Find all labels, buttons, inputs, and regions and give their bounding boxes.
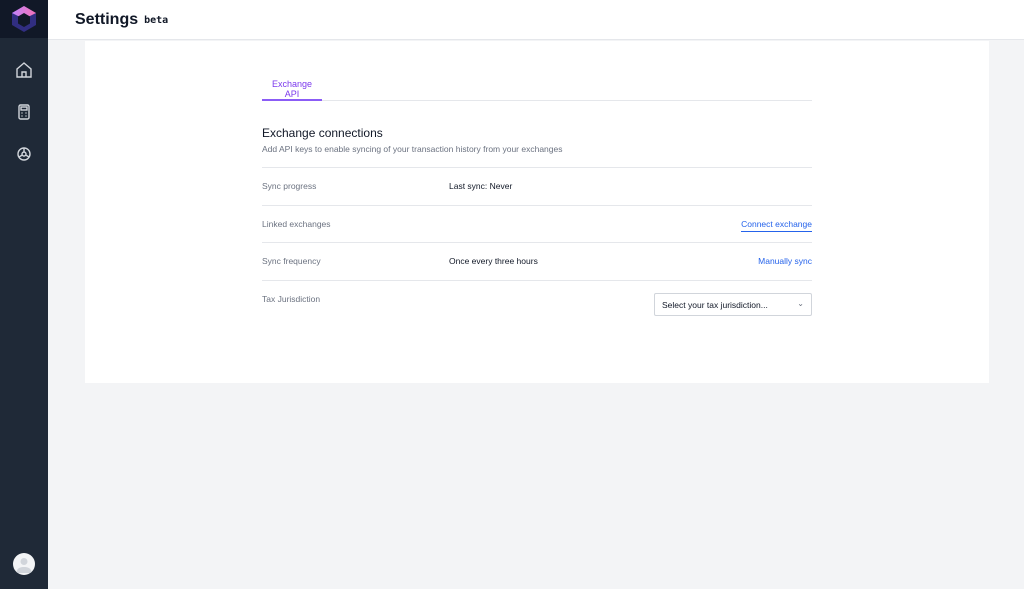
sync-frequency-row: Sync frequency Once every three hours Ma… <box>262 242 812 280</box>
tax-jurisdiction-row: Tax Jurisdiction Select your tax jurisdi… <box>262 280 812 318</box>
select-placeholder: Select your tax jurisdiction... <box>662 300 768 310</box>
tab-bar: Exchange API <box>262 71 812 101</box>
settings-card: Exchange API Exchange connections Add AP… <box>85 41 989 383</box>
page-header: Settings beta <box>48 0 1024 40</box>
page-title: Settings <box>75 11 138 29</box>
row-label: Linked exchanges <box>262 219 331 229</box>
beta-badge: beta <box>144 15 168 26</box>
chevron-down-icon: ⌄ <box>797 299 804 308</box>
tax-jurisdiction-select[interactable]: Select your tax jurisdiction... ⌄ <box>654 293 812 316</box>
user-icon <box>13 553 35 575</box>
settings-icon[interactable] <box>14 144 34 164</box>
app-logo[interactable] <box>0 0 48 38</box>
row-label: Tax Jurisdiction <box>262 294 320 304</box>
sync-progress-row: Sync progress Last sync: Never <box>262 167 812 205</box>
manually-sync-button[interactable]: Manually sync <box>758 256 812 266</box>
row-label: Sync progress <box>262 181 316 191</box>
row-label: Sync frequency <box>262 256 321 266</box>
logo-icon <box>11 5 37 33</box>
section-description: Add API keys to enable syncing of your t… <box>262 144 812 154</box>
calculator-icon[interactable] <box>14 102 34 122</box>
connect-exchange-button[interactable]: Connect exchange <box>741 219 812 232</box>
tab-exchange-api[interactable]: Exchange API <box>262 71 322 101</box>
section-title: Exchange connections <box>262 126 812 140</box>
home-icon[interactable] <box>14 60 34 80</box>
last-sync-value: Last sync: Never <box>449 181 512 191</box>
sidebar <box>0 0 48 589</box>
sync-frequency-value: Once every three hours <box>449 256 538 266</box>
linked-exchanges-row: Linked exchanges Connect exchange <box>262 205 812 243</box>
user-avatar[interactable] <box>13 553 35 575</box>
